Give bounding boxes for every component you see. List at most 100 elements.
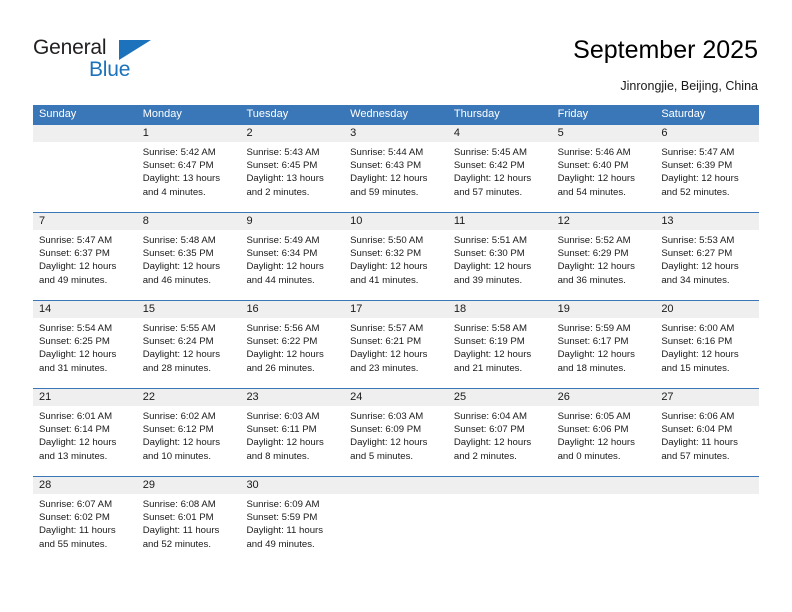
day-cell[interactable]: Sunrise: 6:01 AM Sunset: 6:14 PM Dayligh… [33, 406, 137, 476]
day-number[interactable] [655, 477, 759, 494]
daylight-text-line1: Daylight: 11 hours [246, 525, 324, 537]
day-number[interactable]: 4 [448, 125, 552, 142]
day-number[interactable]: 3 [344, 125, 448, 142]
day-number[interactable]: 24 [344, 389, 448, 406]
day-cell[interactable]: Sunrise: 5:43 AM Sunset: 6:45 PM Dayligh… [240, 142, 344, 212]
day-cell[interactable]: Sunrise: 6:08 AM Sunset: 6:01 PM Dayligh… [137, 494, 241, 564]
day-number[interactable]: 17 [344, 301, 448, 318]
day-number[interactable]: 19 [552, 301, 656, 318]
daylight-text-line2: and 18 minutes. [557, 362, 626, 374]
day-cell[interactable]: Sunrise: 5:47 AM Sunset: 6:37 PM Dayligh… [33, 230, 137, 300]
daylight-text-line1: Daylight: 12 hours [453, 437, 532, 449]
daylight-text-line1: Daylight: 12 hours [39, 437, 117, 449]
sunrise-text: Sunrise: 5:55 AM [142, 323, 216, 334]
day-number[interactable]: 18 [448, 301, 552, 318]
day-number[interactable]: 15 [137, 301, 241, 318]
day-number[interactable]: 27 [655, 389, 759, 406]
day-number[interactable]: 8 [137, 213, 241, 230]
day-cell[interactable] [33, 142, 137, 212]
weekday-header-row: Sunday Monday Tuesday Wednesday Thursday… [33, 105, 759, 124]
day-number[interactable]: 26 [552, 389, 656, 406]
daylight-text-line2: and 8 minutes. [246, 450, 310, 462]
sunset-text: Sunset: 6:42 PM [453, 160, 525, 172]
week-detail-band: Sunrise: 6:01 AM Sunset: 6:14 PM Dayligh… [33, 406, 759, 476]
day-cell[interactable]: Sunrise: 6:09 AM Sunset: 5:59 PM Dayligh… [240, 494, 344, 564]
day-cell[interactable]: Sunrise: 5:49 AM Sunset: 6:34 PM Dayligh… [240, 230, 344, 300]
day-cell[interactable]: Sunrise: 5:52 AM Sunset: 6:29 PM Dayligh… [552, 230, 656, 300]
day-number[interactable]: 25 [448, 389, 552, 406]
day-number[interactable]: 12 [552, 213, 656, 230]
day-cell[interactable]: Sunrise: 5:58 AM Sunset: 6:19 PM Dayligh… [448, 318, 552, 388]
day-number[interactable]: 10 [344, 213, 448, 230]
daylight-text-line2: and 59 minutes. [350, 186, 419, 198]
day-cell[interactable]: Sunrise: 5:50 AM Sunset: 6:32 PM Dayligh… [344, 230, 448, 300]
daylight-text-line2: and 5 minutes. [350, 450, 414, 462]
day-cell[interactable]: Sunrise: 6:00 AM Sunset: 6:16 PM Dayligh… [655, 318, 759, 388]
sunrise-text: Sunrise: 5:46 AM [557, 147, 631, 158]
day-cell[interactable]: Sunrise: 6:03 AM Sunset: 6:11 PM Dayligh… [240, 406, 344, 476]
day-number[interactable]: 1 [137, 125, 241, 142]
day-number[interactable]: 30 [240, 477, 344, 494]
day-number[interactable] [33, 125, 137, 142]
day-number[interactable] [448, 477, 552, 494]
sunrise-text: Sunrise: 5:56 AM [246, 323, 320, 334]
day-cell[interactable]: Sunrise: 5:51 AM Sunset: 6:30 PM Dayligh… [448, 230, 552, 300]
day-cell[interactable]: Sunrise: 5:57 AM Sunset: 6:21 PM Dayligh… [344, 318, 448, 388]
week-day-number-band: 1 2 3 4 5 6 [33, 125, 759, 142]
day-number[interactable]: 13 [655, 213, 759, 230]
day-cell[interactable]: Sunrise: 6:03 AM Sunset: 6:09 PM Dayligh… [344, 406, 448, 476]
day-number[interactable]: 22 [137, 389, 241, 406]
daylight-text-line2: and 13 minutes. [39, 450, 108, 462]
day-cell[interactable]: Sunrise: 5:42 AM Sunset: 6:47 PM Dayligh… [137, 142, 241, 212]
day-number[interactable]: 11 [448, 213, 552, 230]
day-cell[interactable] [655, 494, 759, 564]
day-cell[interactable]: Sunrise: 5:44 AM Sunset: 6:43 PM Dayligh… [344, 142, 448, 212]
sunrise-text: Sunrise: 5:53 AM [661, 235, 735, 246]
day-number[interactable]: 16 [240, 301, 344, 318]
day-cell[interactable] [344, 494, 448, 564]
day-cell[interactable]: Sunrise: 6:04 AM Sunset: 6:07 PM Dayligh… [448, 406, 552, 476]
day-number[interactable]: 28 [33, 477, 137, 494]
general-blue-logo[interactable]: General Blue [33, 36, 233, 88]
sunrise-text: Sunrise: 6:00 AM [661, 323, 735, 334]
daylight-text-line1: Daylight: 12 hours [453, 349, 532, 361]
day-number[interactable]: 5 [552, 125, 656, 142]
day-number[interactable]: 29 [137, 477, 241, 494]
day-cell[interactable] [448, 494, 552, 564]
day-cell[interactable] [552, 494, 656, 564]
day-cell[interactable]: Sunrise: 5:59 AM Sunset: 6:17 PM Dayligh… [552, 318, 656, 388]
daylight-text-line1: Daylight: 11 hours [39, 525, 116, 537]
sunrise-text: Sunrise: 6:05 AM [557, 411, 631, 422]
day-cell[interactable]: Sunrise: 5:55 AM Sunset: 6:24 PM Dayligh… [137, 318, 241, 388]
day-cell[interactable]: Sunrise: 5:47 AM Sunset: 6:39 PM Dayligh… [655, 142, 759, 212]
day-cell[interactable]: Sunrise: 6:07 AM Sunset: 6:02 PM Dayligh… [33, 494, 137, 564]
sunset-text: Sunset: 6:22 PM [246, 336, 318, 348]
day-cell[interactable]: Sunrise: 5:45 AM Sunset: 6:42 PM Dayligh… [448, 142, 552, 212]
day-cell[interactable]: Sunrise: 5:48 AM Sunset: 6:35 PM Dayligh… [137, 230, 241, 300]
day-number[interactable] [344, 477, 448, 494]
day-cell[interactable]: Sunrise: 5:53 AM Sunset: 6:27 PM Dayligh… [655, 230, 759, 300]
day-cell[interactable]: Sunrise: 6:06 AM Sunset: 6:04 PM Dayligh… [655, 406, 759, 476]
sunset-text: Sunset: 6:39 PM [661, 160, 733, 172]
weekday-header-tuesday: Tuesday [246, 108, 289, 120]
day-number[interactable]: 23 [240, 389, 344, 406]
day-number[interactable]: 2 [240, 125, 344, 142]
day-number[interactable]: 20 [655, 301, 759, 318]
day-number[interactable]: 21 [33, 389, 137, 406]
week-day-number-band: 28 29 30 [33, 477, 759, 494]
day-cell[interactable]: Sunrise: 5:54 AM Sunset: 6:25 PM Dayligh… [33, 318, 137, 388]
sunrise-text: Sunrise: 6:09 AM [246, 499, 320, 510]
sunset-text: Sunset: 6:06 PM [557, 424, 629, 436]
day-cell[interactable]: Sunrise: 5:46 AM Sunset: 6:40 PM Dayligh… [552, 142, 656, 212]
day-number[interactable]: 14 [33, 301, 137, 318]
weekday-header-wednesday: Wednesday [350, 108, 409, 120]
sunrise-text: Sunrise: 5:52 AM [557, 235, 631, 246]
day-number[interactable] [552, 477, 656, 494]
day-cell[interactable]: Sunrise: 6:05 AM Sunset: 6:06 PM Dayligh… [552, 406, 656, 476]
day-cell[interactable]: Sunrise: 6:02 AM Sunset: 6:12 PM Dayligh… [137, 406, 241, 476]
daylight-text-line2: and 57 minutes. [453, 186, 523, 198]
day-cell[interactable]: Sunrise: 5:56 AM Sunset: 6:22 PM Dayligh… [240, 318, 344, 388]
day-number[interactable]: 9 [240, 213, 344, 230]
day-number[interactable]: 6 [655, 125, 759, 142]
day-number[interactable]: 7 [33, 213, 137, 230]
